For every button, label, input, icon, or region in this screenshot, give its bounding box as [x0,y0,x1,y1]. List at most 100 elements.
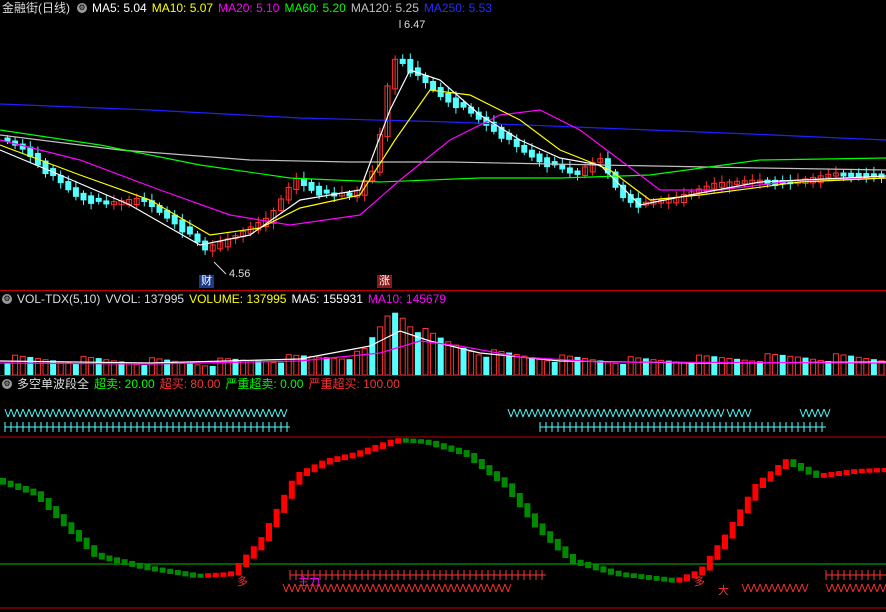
candlestick-chart[interactable] [0,0,886,290]
candle-body [186,226,193,235]
cyan-signal-row [103,408,108,418]
price-pane-header: 金融街(日线) ⚙ MA5: 5.04 MA10: 5.07 MA20: 5.1… [0,0,497,16]
volume-bar [460,347,467,375]
finance-badge[interactable]: 财 [199,275,214,288]
red-signal-row [495,583,500,593]
wave-bar [220,572,227,577]
candle-body [452,97,459,109]
volume-bar [331,357,338,375]
cyan-signal-row [265,408,270,418]
red-signal-row [354,583,359,593]
red-signal-row [744,583,749,593]
volume-bar [293,354,300,375]
volume-bar [551,361,558,375]
red-signal-row [453,583,458,593]
volume-bar [825,361,832,375]
wave-bar [714,545,721,560]
wave-bar [828,472,835,477]
wave-bar [273,508,280,528]
volume-bar [141,365,148,375]
volume-bar [711,356,718,375]
volume-bar [665,360,672,375]
cyan-signal-row [250,408,255,418]
cyan-signal-row [531,408,536,418]
gear-icon[interactable]: ⚙ [2,294,12,304]
overbought-label: 超买: 80.00 [159,377,221,391]
cyan-signal-row [747,408,752,418]
red-signal-row [477,583,482,593]
ma120-label: MA120: 5.25 [350,1,419,15]
wave-bar [805,466,812,475]
cyan-signal-row [594,408,599,418]
volume-bar [278,362,285,375]
red-signal-row [387,583,392,593]
severe-oversold-label: 严重超卖: 0.00 [225,377,304,391]
stock-title: 金融街(日线) [2,1,70,15]
red-signal-row [795,583,800,593]
candle-body [528,149,535,158]
red-signal-row [360,583,365,593]
wave-indicator-pane[interactable]: ⚙ 多空单波段全 超卖: 20.00 超买: 80.00 严重超卖: 0.00 … [0,376,886,612]
candle-body [399,58,406,64]
volume-bar [597,360,604,375]
cyan-signal-row [157,408,162,418]
candle-body [422,74,429,83]
red-signal-row [483,583,488,593]
wave-bar [630,573,637,579]
red-signal-row [285,583,290,593]
red-signal-row [336,583,341,593]
cyan-signal-row [522,408,527,418]
volume-bar [521,355,528,375]
volume-bar [810,358,817,375]
red-signal-row [858,583,863,593]
volume-bar [779,354,786,375]
red-signal-row [765,583,770,593]
red-signal-row [747,583,752,593]
wave-bar [372,445,379,452]
cyan-signal-row [97,408,102,418]
wave-bar [197,573,204,578]
cyan-signal-row [238,408,243,418]
cyan-signal-row [217,408,222,418]
cyan-signal-row [223,408,228,418]
wave-bar [68,522,75,534]
red-signal-row [798,583,803,593]
volume-pane[interactable]: ⚙ VOL-TDX(5,10) VVOL: 137995 VOLUME: 137… [0,291,886,375]
cyan-signal-row [184,408,189,418]
wave-bar [668,577,675,583]
gear-icon[interactable]: ⚙ [2,379,12,389]
volume-bar [452,344,459,375]
cyan-signal-row [73,408,78,418]
cyan-signal-row [507,408,512,418]
volume-bar [802,357,809,375]
wave-oscillator-chart[interactable] [0,376,886,612]
volume-bar [209,365,216,375]
volume-bar [696,354,703,375]
limit-up-badge[interactable]: 涨 [377,275,392,288]
red-signal-row [846,583,851,593]
wave-bar [562,546,569,558]
wave-bar [22,485,29,493]
wave-bar [820,472,827,478]
cyan-signal-row [259,408,264,418]
big-signal-marker: 大 [718,585,729,597]
volume-bar [642,358,649,375]
candle-body [95,197,102,202]
candle-body [346,192,353,197]
volume-bar [544,360,551,375]
candle-body [430,80,437,91]
gear-icon[interactable]: ⚙ [77,3,87,13]
cyan-signal-row [133,408,138,418]
candle-body [300,178,307,186]
wave-bar [722,534,728,550]
price-pane[interactable]: 金融街(日线) ⚙ MA5: 5.04 MA10: 5.07 MA20: 5.1… [0,0,886,290]
wave-bar [342,454,348,461]
cyan-signal-row [744,408,749,418]
low-price-label: 4.56 [229,268,251,280]
wave-bar [129,561,136,567]
candle-body [445,92,452,103]
red-signal-row [411,583,416,593]
red-signal-row [375,583,380,593]
red-signal-row [831,583,836,593]
red-signal-row [852,583,857,593]
